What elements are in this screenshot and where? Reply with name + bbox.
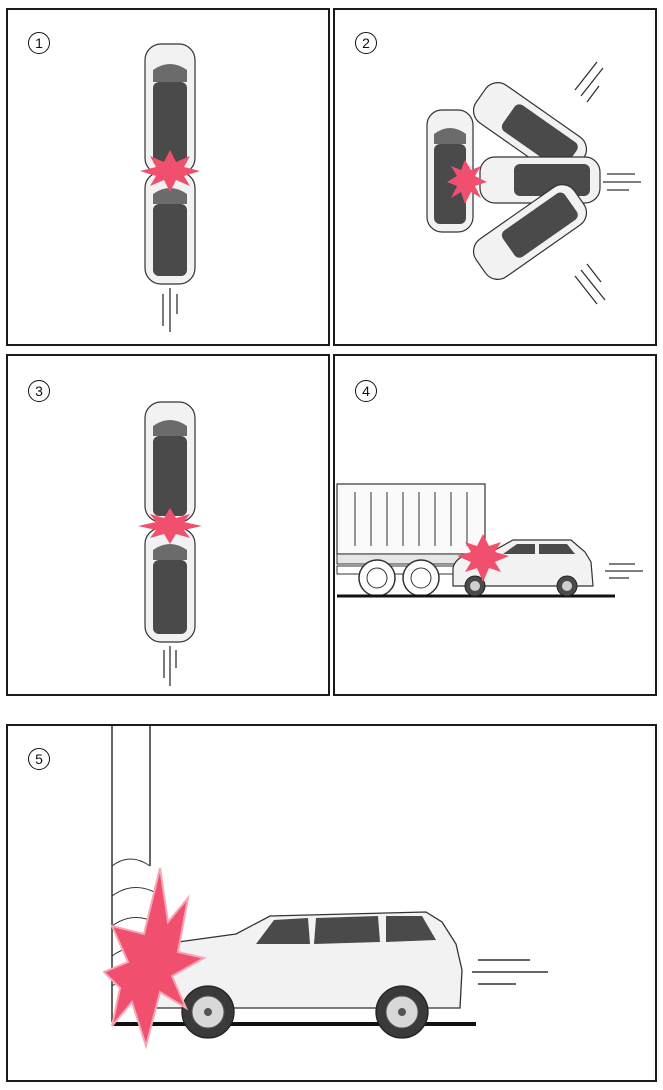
- panel-3-rear-end-collision: 3: [6, 354, 330, 696]
- panel-2-illustration: [426, 61, 641, 305]
- panel-4-underride-collision: 4: [333, 354, 657, 696]
- car-top-view-front: [144, 401, 196, 523]
- car-top-view-horizontal: [479, 156, 601, 204]
- motion-lines-icon: [162, 288, 178, 332]
- panel-5-illustration: [102, 726, 548, 1050]
- motion-lines-icon: [472, 959, 548, 985]
- panel-5-pole-collision: 5: [6, 724, 657, 1082]
- panel-1-illustration: [140, 43, 200, 332]
- motion-lines-icon: [163, 646, 177, 686]
- panel-2-angled-collision: 2: [333, 8, 657, 346]
- car-side-view: [151, 911, 463, 1039]
- motion-lines-icon: [605, 563, 643, 579]
- panel-4-illustration: [336, 483, 643, 598]
- car-top-view-rear: [144, 527, 196, 643]
- panel-1-rear-end-collision: 1: [6, 8, 330, 346]
- panel-3-illustration: [138, 401, 202, 686]
